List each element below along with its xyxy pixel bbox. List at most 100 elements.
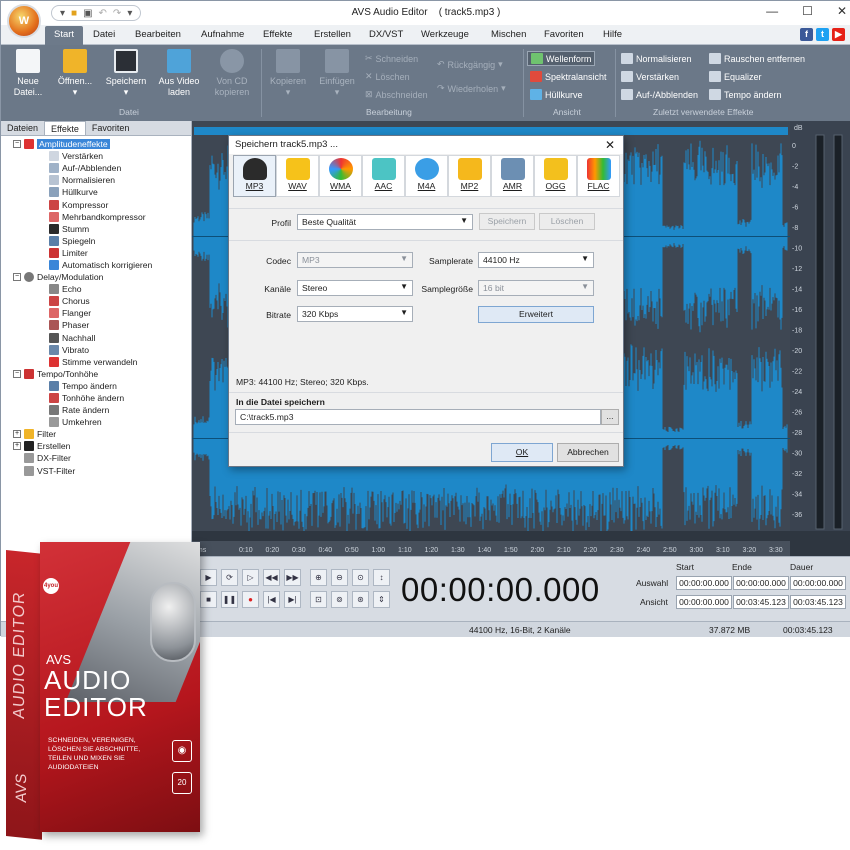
- fx-amplify-button[interactable]: Verstärken: [621, 71, 679, 82]
- samplerate-select[interactable]: 44100 Hz ▼: [478, 252, 594, 268]
- open-button[interactable]: Öffnen... ▾: [53, 49, 97, 98]
- copy-button[interactable]: Kopieren ▾: [265, 49, 311, 98]
- selection-duration-field[interactable]: 00:00:00.000: [790, 576, 846, 590]
- fx-fade-button[interactable]: Auf-/Abblenden: [621, 89, 698, 100]
- go-start-button[interactable]: |◀: [263, 591, 280, 608]
- undo-button[interactable]: ↶ Rückgängig ▾: [437, 59, 503, 70]
- record-button[interactable]: ●: [242, 591, 259, 608]
- copy-cd-button[interactable]: Von CD kopieren: [209, 49, 255, 98]
- tree-item[interactable]: Stumm: [1, 223, 191, 235]
- expand-icon[interactable]: +: [13, 430, 21, 439]
- fx-noise-button[interactable]: Rauschen entfernen: [709, 53, 805, 64]
- tab-mischen[interactable]: Mischen: [491, 29, 526, 40]
- ok-button[interactable]: OK: [491, 443, 553, 462]
- tree-item[interactable]: Umkehren: [1, 416, 191, 428]
- youtube-icon[interactable]: ▶: [832, 28, 845, 41]
- bitrate-select[interactable]: 320 Kbps ▼: [297, 306, 413, 322]
- view-start-field[interactable]: 00:00:00.000: [676, 595, 732, 609]
- selection-end-field[interactable]: 00:00:00.000: [733, 576, 789, 590]
- rewind-button[interactable]: ◀◀: [263, 569, 280, 586]
- tree-item[interactable]: Nachhall: [1, 332, 191, 344]
- save-button[interactable]: Speichern ▾: [103, 49, 149, 98]
- zoom-vertical-out-icon[interactable]: ⇕: [373, 591, 390, 608]
- codec-select[interactable]: MP3 ▼: [297, 252, 413, 268]
- tree-item[interactable]: Vibrato: [1, 344, 191, 356]
- tab-bearbeiten[interactable]: Bearbeiten: [135, 29, 181, 40]
- channels-select[interactable]: Stereo ▼: [297, 280, 413, 296]
- facebook-icon[interactable]: f: [800, 28, 813, 41]
- tab-effekte[interactable]: Effekte: [263, 29, 292, 40]
- tree-item[interactable]: Limiter: [1, 247, 191, 259]
- tree-item[interactable]: Tempo ändern: [1, 380, 191, 392]
- trim-button[interactable]: ⊠ Abschneiden: [365, 89, 428, 100]
- dialog-close-button[interactable]: ✕: [605, 138, 615, 152]
- tree-item[interactable]: Tonhöhe ändern: [1, 392, 191, 404]
- tab-erstellen[interactable]: Erstellen: [314, 29, 351, 40]
- zoom-in-icon[interactable]: ⊕: [310, 569, 327, 586]
- tree-category-vst[interactable]: VST-Filter: [1, 465, 191, 477]
- fx-tempo-button[interactable]: Tempo ändern: [709, 89, 782, 100]
- view-spectral-button[interactable]: Spektralansicht: [530, 71, 607, 82]
- format-flac-button[interactable]: FLAC: [577, 155, 620, 197]
- tab-start[interactable]: Start: [45, 26, 84, 46]
- fx-eq-button[interactable]: Equalizer: [709, 71, 762, 82]
- view-end-field[interactable]: 00:03:45.123: [733, 595, 789, 609]
- cancel-button[interactable]: Abbrechen: [557, 443, 619, 462]
- profile-select[interactable]: Beste Qualität ▼: [297, 214, 473, 230]
- tree-item[interactable]: Flanger: [1, 307, 191, 319]
- samplesize-select[interactable]: 16 bit ▼: [478, 280, 594, 296]
- format-wma-button[interactable]: WMA: [319, 155, 362, 197]
- pause-button[interactable]: ❚❚: [221, 591, 238, 608]
- view-duration-field[interactable]: 00:03:45.123: [790, 595, 846, 609]
- zoom-selection-icon[interactable]: ⊙: [352, 569, 369, 586]
- app-menu-logo[interactable]: W: [7, 4, 41, 38]
- go-end-button[interactable]: ▶|: [284, 591, 301, 608]
- format-mp3-button[interactable]: MP3: [233, 155, 276, 197]
- delete-profile-button[interactable]: Löschen: [539, 213, 595, 230]
- save-profile-button[interactable]: Speichern: [479, 213, 535, 230]
- forward-button[interactable]: ▶▶: [284, 569, 301, 586]
- browse-button[interactable]: ...: [601, 409, 619, 425]
- selection-start-field[interactable]: 00:00:00.000: [676, 576, 732, 590]
- advanced-button[interactable]: Erweitert: [478, 306, 594, 323]
- tree-item[interactable]: Hüllkurve: [1, 186, 191, 198]
- tree-item[interactable]: Verstärken: [1, 150, 191, 162]
- loop-button[interactable]: ⟳: [221, 569, 238, 586]
- new-file-button[interactable]: Neue Datei...: [9, 49, 47, 98]
- tree-item[interactable]: Mehrbandkompressor: [1, 211, 191, 223]
- redo-button[interactable]: ↷ Wiederholen ▾: [437, 83, 506, 94]
- minimize-button[interactable]: —: [766, 4, 778, 18]
- view-envelope-button[interactable]: Hüllkurve: [530, 89, 583, 100]
- tree-category-amplitude[interactable]: − Amplitudeneffekte: [1, 138, 191, 150]
- tree-category-delay[interactable]: − Delay/Modulation: [1, 271, 191, 283]
- tree-item[interactable]: Kompressor: [1, 198, 191, 210]
- tree-category-dx[interactable]: DX-Filter: [1, 452, 191, 464]
- play-selection-button[interactable]: ▷: [242, 569, 259, 586]
- tree-item[interactable]: Phaser: [1, 319, 191, 331]
- tab-datei[interactable]: Datei: [93, 29, 115, 40]
- tree-item[interactable]: Echo: [1, 283, 191, 295]
- maximize-button[interactable]: ☐: [802, 4, 813, 18]
- tree-item[interactable]: Rate ändern: [1, 404, 191, 416]
- format-m4a-button[interactable]: M4A: [405, 155, 448, 197]
- panel-tab-effects[interactable]: Effekte: [44, 121, 86, 135]
- format-ogg-button[interactable]: OGG: [534, 155, 577, 197]
- zoom-out-icon[interactable]: ⊖: [331, 569, 348, 586]
- format-wav-button[interactable]: WAV: [276, 155, 319, 197]
- panel-tab-favorites[interactable]: Favoriten: [86, 121, 136, 135]
- tab-dxvst[interactable]: DX/VST: [369, 29, 403, 40]
- tree-item[interactable]: Chorus: [1, 295, 191, 307]
- expand-icon[interactable]: +: [13, 442, 21, 451]
- tab-aufnahme[interactable]: Aufnahme: [201, 29, 244, 40]
- tab-favoriten[interactable]: Favoriten: [544, 29, 584, 40]
- zoom-reset-icon[interactable]: ⊚: [331, 591, 348, 608]
- zoom-fit-icon[interactable]: ⊡: [310, 591, 327, 608]
- tree-category-filter[interactable]: + Filter: [1, 428, 191, 440]
- tree-category-create[interactable]: + Erstellen: [1, 440, 191, 452]
- tree-item[interactable]: Auf-/Abblenden: [1, 162, 191, 174]
- zoom-vertical-icon[interactable]: ↕: [373, 569, 390, 586]
- view-waveform-button[interactable]: Wellenform: [527, 51, 596, 66]
- format-mp2-button[interactable]: MP2: [448, 155, 491, 197]
- output-path-field[interactable]: C:\track5.mp3: [235, 409, 601, 425]
- collapse-icon[interactable]: −: [13, 140, 21, 149]
